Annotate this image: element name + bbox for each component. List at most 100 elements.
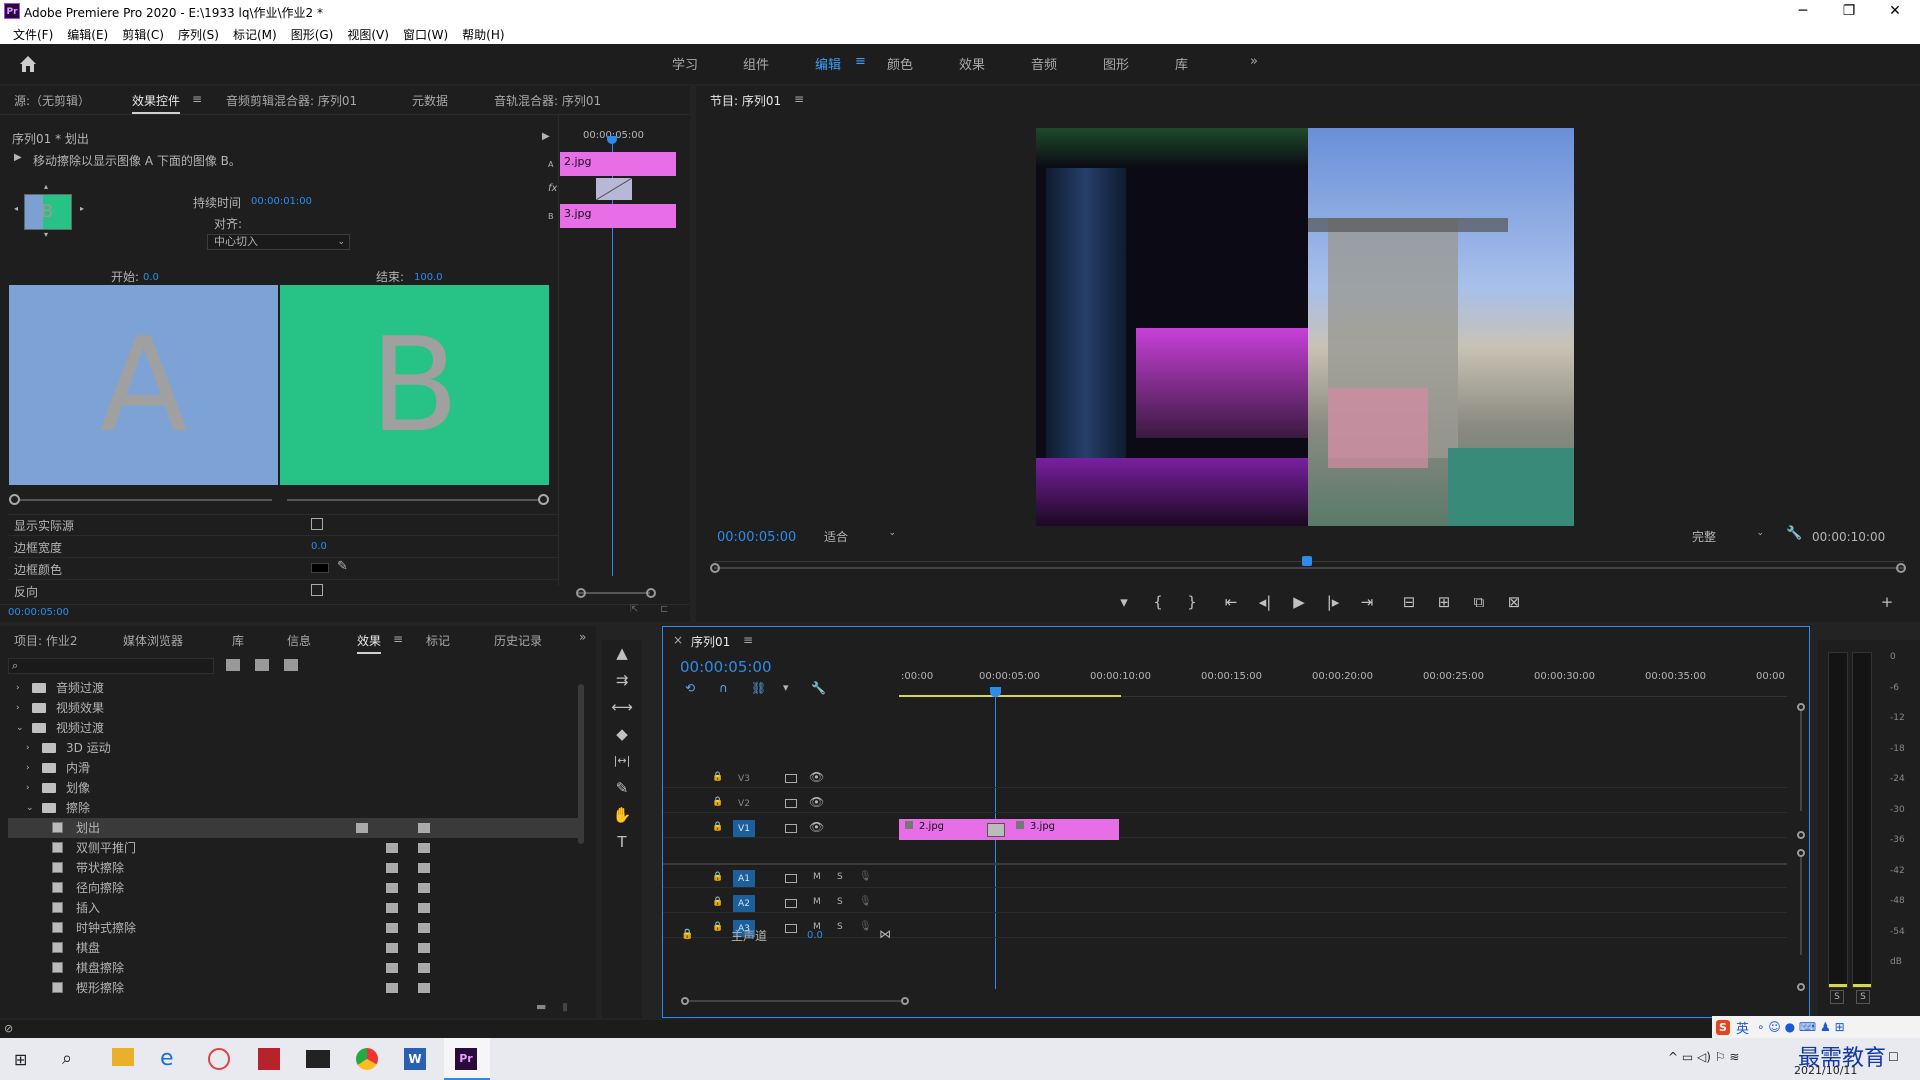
type-tool[interactable]: T xyxy=(611,831,633,853)
program-zoom-bar[interactable] xyxy=(714,567,1904,569)
lift-button[interactable]: ⊟ xyxy=(1398,591,1420,613)
button-editor-add[interactable]: + xyxy=(1876,591,1898,613)
extract-button[interactable]: ⊞ xyxy=(1433,591,1455,613)
edge-selector-top[interactable]: ▴ xyxy=(44,182,48,191)
chevron-right-icon[interactable]: › xyxy=(26,758,30,778)
eye-icon[interactable]: 👁 xyxy=(809,820,824,834)
tab-media-browser[interactable]: 媒体浏览器 xyxy=(123,632,183,649)
razor-tool[interactable]: ◆ xyxy=(611,723,633,745)
play-icon[interactable]: ▶ xyxy=(542,131,550,142)
sync-lock-icon[interactable] xyxy=(785,799,797,808)
effects-tree-item[interactable]: › 3D 运动 xyxy=(8,738,578,758)
filter-icon[interactable]: ⊏ xyxy=(660,604,668,615)
sync-lock-icon[interactable] xyxy=(785,924,797,933)
nest-icon[interactable]: ⟲ xyxy=(685,681,695,695)
edge-selector-bottom[interactable]: ▾ xyxy=(44,230,48,239)
end-value[interactable]: 100.0 xyxy=(414,272,443,283)
work-area-bar[interactable] xyxy=(899,695,1121,697)
edge-selector-right[interactable]: ▸ xyxy=(80,204,84,213)
32bit-effects-icon[interactable] xyxy=(255,659,269,671)
edge-icon[interactable]: e xyxy=(160,1046,174,1071)
effects-tree-item[interactable]: 带状擦除 xyxy=(8,858,578,878)
tab-source[interactable]: 源:（无剪辑） xyxy=(14,92,90,109)
effects-tree-item[interactable]: 双侧平推门 xyxy=(8,838,578,858)
sync-lock-icon[interactable] xyxy=(785,774,797,783)
program-timecode[interactable]: 00:00:05:00 xyxy=(717,530,796,545)
timeline-ruler[interactable]: :00:00 00:00:05:00 00:00:10:00 00:00:15:… xyxy=(899,667,1787,697)
notification-icon[interactable]: ☐ xyxy=(1888,1050,1899,1064)
vscroll-video[interactable] xyxy=(1800,711,1802,811)
taskbar-premiere-active[interactable]: Pr xyxy=(444,1038,490,1080)
effects-scrollbar[interactable] xyxy=(578,684,584,844)
add-marker-button[interactable]: ▾ xyxy=(1113,591,1135,613)
tab-markers[interactable]: 标记 xyxy=(426,632,450,649)
eye-icon[interactable]: 👁 xyxy=(809,795,824,809)
file-explorer-icon[interactable] xyxy=(112,1048,134,1066)
add-marker-icon[interactable]: ▾ xyxy=(783,681,789,694)
workspace-color[interactable]: 颜色 xyxy=(887,54,913,73)
effects-tree-item[interactable]: › 划像 xyxy=(8,778,578,798)
eyedropper-icon[interactable]: ✎ xyxy=(337,559,348,574)
workspace-graphics[interactable]: 图形 xyxy=(1103,54,1129,73)
export-frame-button[interactable]: ⧉ xyxy=(1468,591,1490,613)
hscroll-right[interactable] xyxy=(901,997,909,1005)
search-icon[interactable]: ⌕ xyxy=(62,1048,72,1069)
effects-tree-item[interactable]: 棋盘 xyxy=(8,938,578,958)
track-id[interactable]: V2 xyxy=(733,795,755,813)
word-icon[interactable]: W xyxy=(404,1048,426,1070)
restore-button[interactable]: ❐ xyxy=(1826,0,1872,22)
vscroll-video-bottom[interactable] xyxy=(1797,831,1805,839)
mute-button[interactable]: M xyxy=(813,897,821,907)
tab-effect-controls[interactable]: 效果控件 xyxy=(132,92,181,114)
tab-libraries[interactable]: 库 xyxy=(232,632,244,649)
workspace-audio[interactable]: 音频 xyxy=(1031,54,1057,73)
yuv-effects-icon[interactable] xyxy=(284,659,298,671)
program-playhead[interactable] xyxy=(1302,556,1312,566)
sync-lock-icon[interactable] xyxy=(785,874,797,883)
tab-metadata[interactable]: 元数据 xyxy=(412,92,448,109)
go-to-out-button[interactable]: ⇥ xyxy=(1356,591,1378,613)
program-title[interactable]: 节目: 序列01 xyxy=(710,92,781,109)
solo-button[interactable]: S xyxy=(837,922,843,932)
timeline-close-icon[interactable]: × xyxy=(673,633,683,647)
timeline-title[interactable]: 序列01 xyxy=(691,633,730,650)
workspace-menu-icon[interactable]: ≡ xyxy=(855,54,866,69)
pen-tool[interactable]: ✎ xyxy=(611,777,633,799)
sync-lock-icon[interactable] xyxy=(785,899,797,908)
tab-info[interactable]: 信息 xyxy=(287,632,311,649)
ime-language[interactable]: 英 xyxy=(1736,1018,1749,1037)
vscroll-video-top[interactable] xyxy=(1797,703,1805,711)
microphone-icon[interactable]: 🎙 xyxy=(859,896,872,907)
mute-button[interactable]: M xyxy=(813,872,821,882)
duration-value[interactable]: 00:00:01:00 xyxy=(251,196,312,207)
delete-icon[interactable]: ▮ xyxy=(562,1000,568,1013)
edge-selector-left[interactable]: ◂ xyxy=(14,204,18,213)
vscroll-audio[interactable] xyxy=(1800,857,1802,955)
mini-transition-block[interactable] xyxy=(596,178,632,200)
program-zoom-left[interactable] xyxy=(710,563,720,573)
minimize-button[interactable]: ─ xyxy=(1780,0,1826,22)
end-slider[interactable] xyxy=(287,499,543,501)
tab-menu-icon[interactable]: ≡ xyxy=(393,632,403,646)
track-select-tool[interactable]: ⇉ xyxy=(611,669,633,691)
master-lock-icon[interactable]: 🔒 xyxy=(681,929,693,940)
chevron-right-icon[interactable]: › xyxy=(26,738,30,758)
app-icon[interactable] xyxy=(258,1048,280,1070)
terminal-icon[interactable] xyxy=(306,1050,330,1068)
microphone-icon[interactable]: 🎙 xyxy=(859,921,872,932)
timeline-playhead-handle[interactable] xyxy=(990,687,1001,697)
effects-tree-item[interactable]: › 内滑 xyxy=(8,758,578,778)
export-icon[interactable]: ⇱ xyxy=(630,604,638,615)
chevron-right-icon[interactable]: › xyxy=(16,698,20,718)
step-forward-button[interactable]: |▸ xyxy=(1322,591,1344,613)
mini-playhead[interactable] xyxy=(612,136,613,576)
mini-zoom-handle-left[interactable] xyxy=(576,588,586,598)
hscroll-bar[interactable] xyxy=(689,1000,901,1002)
effects-search-input[interactable]: ⌕ xyxy=(8,658,214,674)
clip-3-jpg[interactable]: 3.jpg xyxy=(1010,819,1119,840)
effects-tree-item[interactable]: 划出 xyxy=(8,818,578,838)
effects-tree-item[interactable]: 径向擦除 xyxy=(8,878,578,898)
wrench-icon[interactable]: 🔧 xyxy=(1786,526,1802,541)
show-actual-checkbox[interactable] xyxy=(311,518,323,530)
step-back-button[interactable]: ◂| xyxy=(1254,591,1276,613)
